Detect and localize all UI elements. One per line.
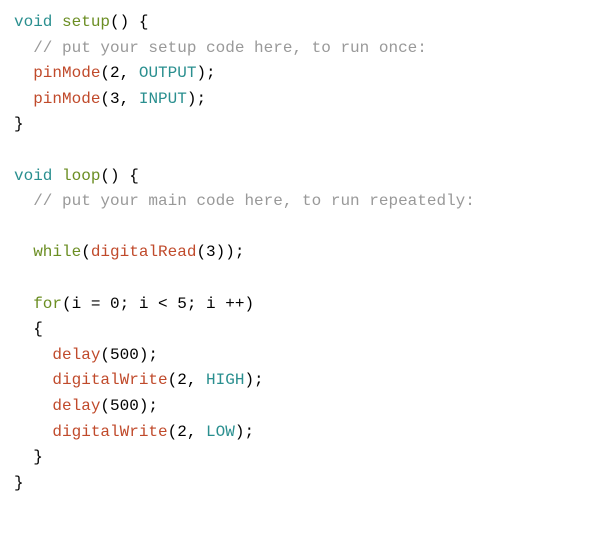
code-line: void loop() {	[14, 167, 139, 185]
literal: 2	[177, 423, 187, 441]
syntax: (	[81, 243, 91, 261]
code-line: digitalWrite(2, HIGH);	[14, 371, 264, 389]
const-output: OUTPUT	[139, 64, 197, 82]
syntax: (500);	[100, 397, 158, 415]
brace-close: }	[33, 448, 43, 466]
syntax: (	[168, 371, 178, 389]
code-line: // put your main code here, to run repea…	[14, 192, 475, 210]
fn-digitalwrite: digitalWrite	[52, 371, 167, 389]
syntax: (	[100, 90, 110, 108]
code-line: void setup() {	[14, 13, 148, 31]
fn-pinmode: pinMode	[33, 90, 100, 108]
syntax: );	[235, 423, 254, 441]
keyword-while: while	[33, 243, 81, 261]
syntax: (500);	[100, 346, 158, 364]
syntax: ,	[120, 90, 139, 108]
syntax: );	[244, 371, 263, 389]
blank-line	[14, 218, 24, 236]
blank-line	[14, 141, 24, 159]
code-line: delay(500);	[14, 346, 158, 364]
code-line: pinMode(3, INPUT);	[14, 90, 206, 108]
syntax: ,	[187, 371, 206, 389]
fn-setup-decl: setup	[62, 13, 110, 31]
const-low: LOW	[206, 423, 235, 441]
syntax: (	[168, 423, 178, 441]
const-input: INPUT	[139, 90, 187, 108]
brace-open: {	[33, 320, 43, 338]
brace-close: }	[14, 474, 24, 492]
syntax: () {	[110, 13, 148, 31]
brace-close: }	[14, 115, 24, 133]
code-line: {	[14, 320, 43, 338]
fn-loop-decl: loop	[62, 167, 100, 185]
syntax: (3));	[196, 243, 244, 261]
code-line: }	[14, 474, 24, 492]
code-block: void setup() { // put your setup code he…	[14, 10, 586, 496]
code-line: digitalWrite(2, LOW);	[14, 423, 254, 441]
fn-digitalwrite: digitalWrite	[52, 423, 167, 441]
syntax: (	[100, 64, 110, 82]
code-line: // put your setup code here, to run once…	[14, 39, 427, 57]
code-line: }	[14, 448, 43, 466]
syntax: (i = 0; i < 5; i ++)	[62, 295, 254, 313]
comment: // put your setup code here, to run once…	[33, 39, 427, 57]
code-line: for(i = 0; i < 5; i ++)	[14, 295, 254, 313]
code-line: pinMode(2, OUTPUT);	[14, 64, 216, 82]
code-line: }	[14, 115, 24, 133]
code-line: while(digitalRead(3));	[14, 243, 244, 261]
fn-digitalread: digitalRead	[91, 243, 197, 261]
literal: 2	[110, 64, 120, 82]
syntax: );	[187, 90, 206, 108]
keyword-for: for	[33, 295, 62, 313]
const-high: HIGH	[206, 371, 244, 389]
comment: // put your main code here, to run repea…	[33, 192, 475, 210]
code-line: delay(500);	[14, 397, 158, 415]
fn-pinmode: pinMode	[33, 64, 100, 82]
syntax: ,	[187, 423, 206, 441]
syntax: () {	[100, 167, 138, 185]
fn-delay: delay	[52, 346, 100, 364]
blank-line	[14, 269, 24, 287]
keyword-void: void	[14, 13, 52, 31]
keyword-void: void	[14, 167, 52, 185]
literal: 2	[177, 371, 187, 389]
fn-delay: delay	[52, 397, 100, 415]
syntax: ,	[120, 64, 139, 82]
syntax: );	[196, 64, 215, 82]
literal: 3	[110, 90, 120, 108]
